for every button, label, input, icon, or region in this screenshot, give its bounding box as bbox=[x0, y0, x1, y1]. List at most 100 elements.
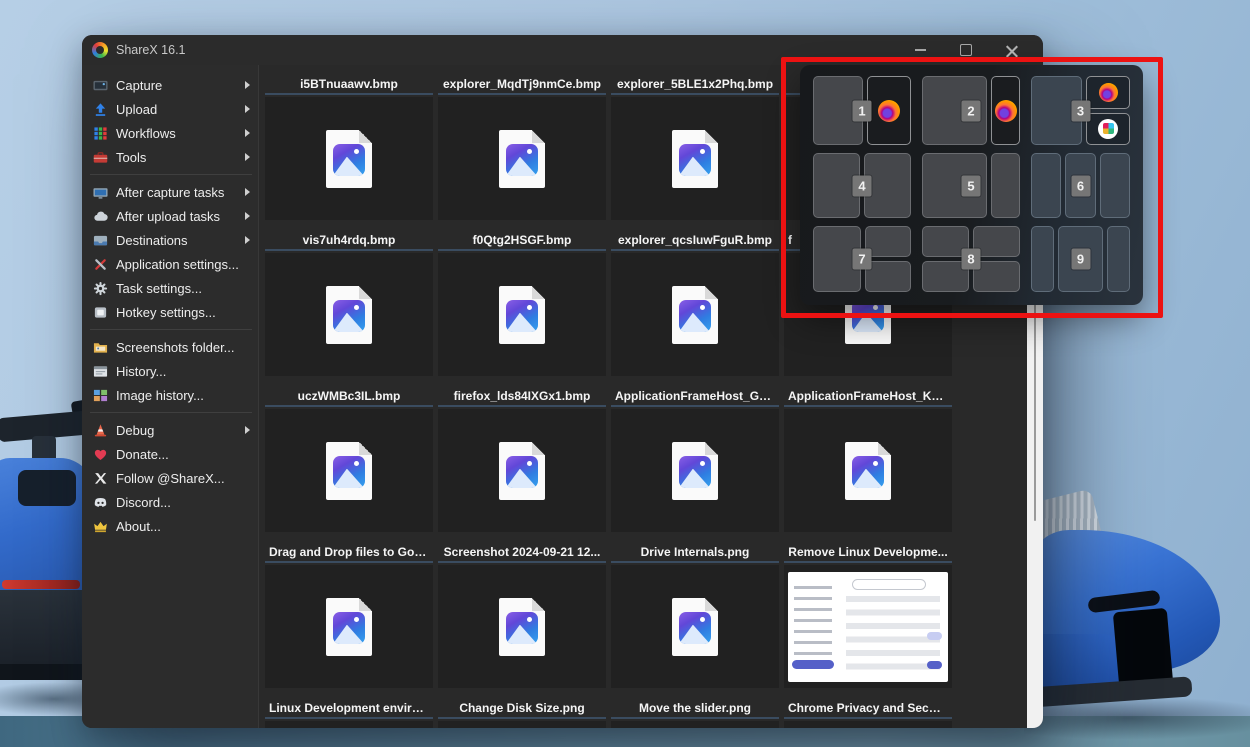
sharex-logo-icon bbox=[92, 42, 108, 58]
highlight-rectangle bbox=[781, 57, 1163, 318]
image-file-icon bbox=[672, 130, 718, 188]
file-name: explorer_MqdTj9nmCe.bmp bbox=[438, 76, 606, 95]
menu-item-follow-sharex[interactable]: Follow @ShareX... bbox=[88, 466, 258, 490]
main-menu: CaptureUploadWorkflows Tools After capture… bbox=[82, 65, 258, 728]
file-card[interactable]: vis7uh4rdq.bmp bbox=[265, 232, 433, 376]
menu-item-upload[interactable]: Upload bbox=[88, 97, 258, 121]
app-settings-icon bbox=[92, 256, 108, 272]
after-capture-icon bbox=[92, 184, 108, 200]
file-card[interactable]: explorer_MqdTj9nmCe.bmp bbox=[438, 76, 606, 220]
file-name: Linux Development enviro... bbox=[265, 700, 433, 719]
file-card[interactable]: Drag and Drop files to Goo... bbox=[265, 544, 433, 688]
menu-item-label: History... bbox=[116, 364, 166, 379]
image-file-icon bbox=[499, 442, 545, 500]
file-name: uczWMBc3IL.bmp bbox=[265, 388, 433, 407]
file-card[interactable]: i5BTnuaawv.bmp bbox=[265, 76, 433, 220]
page-fold bbox=[705, 130, 718, 143]
file-thumbnail bbox=[611, 97, 779, 220]
file-thumbnail bbox=[438, 253, 606, 376]
menu-separator bbox=[90, 329, 252, 330]
menu-item-after-capture-tasks[interactable]: After capture tasks bbox=[88, 180, 258, 204]
menu-item-image-history[interactable]: Image history... bbox=[88, 383, 258, 407]
file-thumbnail bbox=[784, 721, 952, 728]
menu-item-donate[interactable]: Donate... bbox=[88, 442, 258, 466]
page-fold bbox=[359, 598, 372, 611]
file-thumbnail bbox=[438, 97, 606, 220]
submenu-arrow-icon bbox=[245, 129, 250, 137]
image-file-icon bbox=[499, 598, 545, 656]
menu-item-label: After upload tasks bbox=[116, 209, 220, 224]
menu-item-hotkey-settings[interactable]: Hotkey settings... bbox=[88, 300, 258, 324]
file-card[interactable]: Drive Internals.png bbox=[611, 544, 779, 688]
file-card[interactable]: Screenshot 2024-09-21 12... bbox=[438, 544, 606, 688]
file-thumbnail bbox=[265, 565, 433, 688]
menu-item-screenshots-folder[interactable]: Screenshots folder... bbox=[88, 335, 258, 359]
file-thumbnail bbox=[265, 253, 433, 376]
menu-item-about[interactable]: About... bbox=[88, 514, 258, 538]
submenu-arrow-icon bbox=[245, 105, 250, 113]
menu-item-after-upload-tasks[interactable]: After upload tasks bbox=[88, 204, 258, 228]
file-thumbnail bbox=[611, 409, 779, 532]
page-fold bbox=[532, 286, 545, 299]
image-glyph bbox=[333, 300, 365, 332]
image-glyph bbox=[333, 456, 365, 488]
file-card[interactable]: Change Disk Size.png bbox=[438, 700, 606, 728]
page-fold bbox=[532, 442, 545, 455]
file-card[interactable]: ApplicationFrameHost_Gc... bbox=[611, 388, 779, 532]
menu-item-history[interactable]: History... bbox=[88, 359, 258, 383]
image-glyph bbox=[333, 144, 365, 176]
file-name: Change Disk Size.png bbox=[438, 700, 606, 719]
menu-item-label: Tools bbox=[116, 150, 146, 165]
file-card[interactable]: ApplicationFrameHost_Kd... bbox=[784, 388, 952, 532]
menu-item-destinations[interactable]: Destinations bbox=[88, 228, 258, 252]
submenu-arrow-icon bbox=[245, 153, 250, 161]
menu-item-label: About... bbox=[116, 519, 161, 534]
image-glyph bbox=[679, 144, 711, 176]
file-card[interactable]: Remove Linux Developme... bbox=[784, 544, 952, 688]
file-card[interactable]: uczWMBc3IL.bmp bbox=[265, 388, 433, 532]
file-thumbnail bbox=[438, 409, 606, 532]
menu-item-application-settings[interactable]: Application settings... bbox=[88, 252, 258, 276]
desktop: ShareX 16.1 CaptureUploadWorkflows Tools A… bbox=[0, 0, 1250, 747]
discord-icon bbox=[92, 494, 108, 510]
image-glyph bbox=[506, 144, 538, 176]
submenu-arrow-icon bbox=[245, 426, 250, 434]
file-card[interactable]: firefox_lds84IXGx1.bmp bbox=[438, 388, 606, 532]
file-name: i5BTnuaawv.bmp bbox=[265, 76, 433, 95]
task-settings-icon bbox=[92, 280, 108, 296]
page-fold bbox=[359, 442, 372, 455]
file-card[interactable]: Move the slider.png bbox=[611, 700, 779, 728]
maximize-icon bbox=[960, 44, 972, 56]
file-card[interactable]: f0Qtg2HSGF.bmp bbox=[438, 232, 606, 376]
image-glyph bbox=[852, 456, 884, 488]
file-thumbnail bbox=[611, 253, 779, 376]
image-file-icon bbox=[672, 598, 718, 656]
wallpaper-car-front bbox=[1036, 438, 1250, 743]
file-thumbnail bbox=[438, 721, 606, 728]
page-fold bbox=[359, 286, 372, 299]
file-name: Chrome Privacy and Securi... bbox=[784, 700, 952, 719]
file-card[interactable]: explorer_qcsIuwFguR.bmp bbox=[611, 232, 779, 376]
hotkey-settings-icon bbox=[92, 304, 108, 320]
file-name: Drag and Drop files to Goo... bbox=[265, 544, 433, 563]
menu-item-capture[interactable]: Capture bbox=[88, 73, 258, 97]
page-fold bbox=[705, 442, 718, 455]
menu-item-workflows[interactable]: Workflows bbox=[88, 121, 258, 145]
menu-item-tools[interactable]: Tools bbox=[88, 145, 258, 169]
menu-item-label: Discord... bbox=[116, 495, 171, 510]
window-title: ShareX 16.1 bbox=[116, 43, 186, 57]
file-card[interactable]: Chrome Privacy and Securi... bbox=[784, 700, 952, 728]
file-card[interactable]: explorer_5BLE1x2Phq.bmp bbox=[611, 76, 779, 220]
menu-item-task-settings[interactable]: Task settings... bbox=[88, 276, 258, 300]
menu-item-debug[interactable]: Debug bbox=[88, 418, 258, 442]
file-card[interactable]: Linux Development enviro... bbox=[265, 700, 433, 728]
menu-item-discord[interactable]: Discord... bbox=[88, 490, 258, 514]
file-name: Move the slider.png bbox=[611, 700, 779, 719]
image-file-icon bbox=[326, 286, 372, 344]
file-thumbnail bbox=[265, 409, 433, 532]
destinations-icon bbox=[92, 232, 108, 248]
menu-separator bbox=[90, 174, 252, 175]
menu-item-label: Image history... bbox=[116, 388, 204, 403]
file-name: vis7uh4rdq.bmp bbox=[265, 232, 433, 251]
file-thumbnail bbox=[784, 409, 952, 532]
